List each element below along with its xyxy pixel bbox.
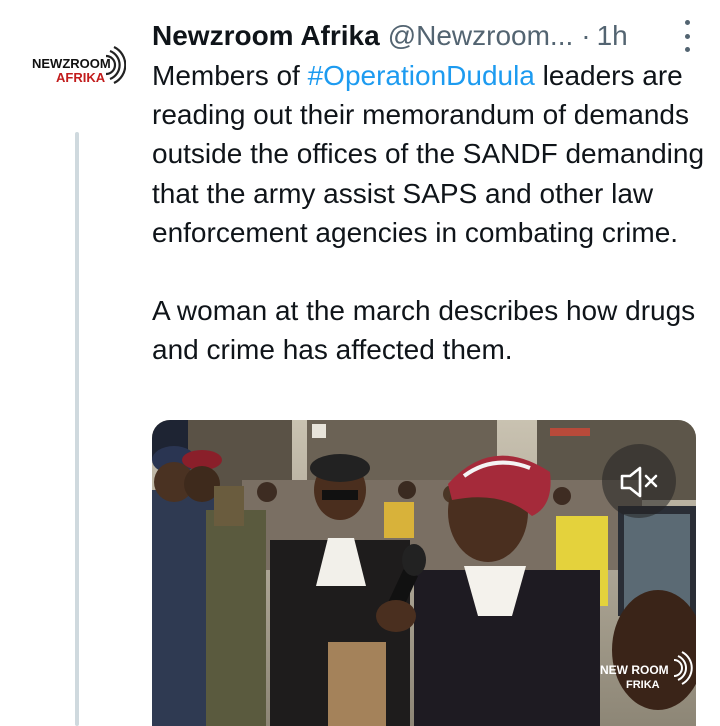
- avatar[interactable]: NEWZROOM AFRIKA: [30, 44, 127, 96]
- separator-dot: ·: [581, 20, 591, 51]
- mute-toggle-button[interactable]: [602, 444, 676, 518]
- tweet-paragraph-1: Members of #OperationDudula leaders are …: [152, 56, 712, 252]
- watermark-line1: NEW ROOM: [600, 663, 669, 677]
- thread-connector-line: [75, 132, 79, 726]
- tweet-text: Members of #OperationDudula leaders are …: [152, 56, 712, 369]
- author-name[interactable]: Newzroom Afrika: [152, 20, 380, 52]
- video-player[interactable]: NEW ROOM FRIKA: [152, 420, 696, 726]
- more-dot: [684, 47, 690, 52]
- author-handle[interactable]: @Newzroom...: [388, 20, 574, 52]
- avatar-logo-line2: AFRIKA: [56, 70, 106, 85]
- tweet-timestamp[interactable]: 1h: [597, 20, 628, 52]
- speaker-muted-icon: [620, 466, 658, 498]
- hashtag-link[interactable]: #OperationDudula: [308, 60, 535, 91]
- avatar-column: NEWZROOM AFRIKA: [0, 0, 150, 726]
- tweet-paragraph-2: A woman at the march describes how drugs…: [152, 295, 696, 366]
- watermark-line2: FRIKA: [626, 679, 660, 691]
- tweet-text-prefix: Members of: [152, 60, 308, 91]
- tweet-header: Newzroom Afrika @Newzroom... · 1h: [152, 16, 712, 56]
- avatar-logo-line1: NEWZROOM: [32, 56, 111, 71]
- video-watermark: NEW ROOM FRIKA: [596, 648, 696, 700]
- more-dot: [684, 20, 690, 25]
- more-dot: [684, 33, 690, 39]
- more-options-icon[interactable]: [680, 20, 694, 52]
- signal-waves-icon: [673, 651, 693, 685]
